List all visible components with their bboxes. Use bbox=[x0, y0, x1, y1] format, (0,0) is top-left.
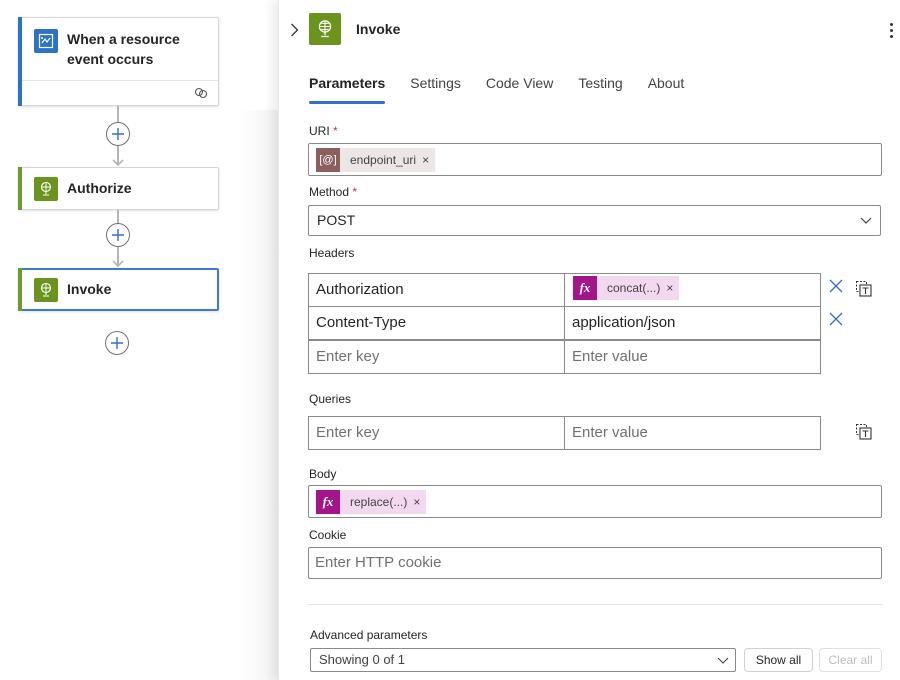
link-icon[interactable] bbox=[194, 87, 208, 99]
headers-table: Authorization fx concat(...) × Content-T… bbox=[308, 273, 823, 375]
header-key-input[interactable]: Enter key bbox=[308, 340, 565, 374]
uri-input[interactable]: [@] endpoint_uri × bbox=[308, 143, 882, 176]
add-step-button[interactable] bbox=[106, 223, 130, 247]
plus-icon bbox=[112, 128, 124, 140]
chevron-down-icon bbox=[860, 217, 872, 224]
switch-to-text-mode-icon[interactable] bbox=[855, 280, 873, 298]
authorize-title: Authorize bbox=[67, 180, 132, 196]
variable-icon: [@] bbox=[316, 148, 340, 172]
tab-parameters[interactable]: Parameters bbox=[309, 75, 386, 105]
panel-title: Invoke bbox=[356, 21, 401, 37]
header-key-input[interactable]: Content-Type bbox=[308, 306, 565, 340]
header-value-input[interactable]: fx concat(...) × bbox=[564, 273, 821, 307]
event-grid-icon bbox=[34, 29, 58, 53]
chevron-right-icon bbox=[290, 23, 298, 37]
http-globe-icon bbox=[309, 13, 341, 45]
trigger-card[interactable]: When a resource event occurs bbox=[18, 17, 219, 106]
query-key-input[interactable]: Enter key bbox=[308, 416, 565, 450]
tab-settings[interactable]: Settings bbox=[410, 75, 461, 105]
more-options-button[interactable] bbox=[885, 20, 897, 40]
invoke-card[interactable]: Invoke bbox=[18, 268, 219, 311]
delete-header-icon[interactable] bbox=[829, 279, 843, 293]
header-key-input[interactable]: Authorization bbox=[308, 273, 565, 307]
query-row-new: Enter key Enter value bbox=[308, 416, 823, 450]
cookie-label: Cookie bbox=[309, 528, 347, 542]
headers-label: Headers bbox=[309, 246, 355, 260]
show-all-button[interactable]: Show all bbox=[744, 648, 813, 672]
arrow-down-icon bbox=[112, 260, 124, 268]
http-globe-icon bbox=[34, 278, 58, 302]
replace-expression-token[interactable]: fx replace(...) × bbox=[316, 490, 427, 514]
queries-table: Enter key Enter value bbox=[308, 416, 823, 450]
switch-to-text-mode-icon[interactable] bbox=[855, 423, 873, 441]
advanced-parameters-select[interactable]: Showing 0 of 1 bbox=[310, 648, 736, 672]
method-select[interactable]: POST bbox=[308, 205, 881, 236]
uri-label: URI * bbox=[309, 124, 338, 138]
plus-icon bbox=[111, 337, 123, 349]
action-details-panel: Invoke Parameters Settings Code View Tes… bbox=[278, 0, 900, 680]
remove-token-icon[interactable]: × bbox=[422, 153, 435, 167]
concat-expression-token[interactable]: fx concat(...) × bbox=[573, 276, 680, 300]
http-globe-icon bbox=[34, 177, 58, 201]
fx-icon: fx bbox=[316, 490, 340, 514]
query-value-input[interactable]: Enter value bbox=[564, 416, 821, 450]
queries-label: Queries bbox=[309, 392, 352, 406]
arrow-down-icon bbox=[112, 159, 124, 167]
method-label: Method * bbox=[309, 185, 358, 199]
add-step-button[interactable] bbox=[106, 122, 130, 146]
workflow-canvas: When a resource event occurs Authorize I… bbox=[0, 0, 278, 680]
collapse-panel-button[interactable] bbox=[287, 20, 301, 40]
body-input[interactable]: fx replace(...) × bbox=[308, 485, 882, 518]
trigger-title: When a resource event occurs bbox=[67, 31, 180, 67]
tab-code-view[interactable]: Code View bbox=[486, 75, 553, 105]
header-value-input[interactable]: Enter value bbox=[564, 340, 821, 374]
invoke-title: Invoke bbox=[67, 281, 112, 297]
remove-token-icon[interactable]: × bbox=[413, 495, 426, 509]
cookie-input[interactable]: Enter HTTP cookie bbox=[308, 547, 882, 579]
panel-tabs: Parameters Settings Code View Testing Ab… bbox=[309, 75, 709, 105]
header-row-new: Enter key Enter value bbox=[308, 340, 823, 375]
plus-icon bbox=[112, 229, 124, 241]
chevron-down-icon bbox=[717, 657, 729, 664]
header-row: Authorization fx concat(...) × bbox=[308, 273, 823, 307]
advanced-parameters-label: Advanced parameters bbox=[310, 628, 428, 642]
fx-icon: fx bbox=[573, 276, 597, 300]
header-row: Content-Type application/json bbox=[308, 306, 823, 341]
add-step-button[interactable] bbox=[105, 331, 129, 355]
authorize-card[interactable]: Authorize bbox=[18, 167, 219, 210]
endpoint-uri-token[interactable]: [@] endpoint_uri × bbox=[316, 148, 436, 172]
more-icon bbox=[889, 22, 893, 26]
tab-about[interactable]: About bbox=[648, 75, 685, 105]
tab-testing[interactable]: Testing bbox=[578, 75, 622, 105]
clear-all-button[interactable]: Clear all bbox=[819, 648, 882, 672]
divider bbox=[308, 604, 882, 605]
delete-header-icon[interactable] bbox=[829, 312, 843, 326]
body-label: Body bbox=[309, 467, 337, 481]
header-value-input[interactable]: application/json bbox=[564, 306, 821, 340]
remove-token-icon[interactable]: × bbox=[666, 272, 679, 304]
